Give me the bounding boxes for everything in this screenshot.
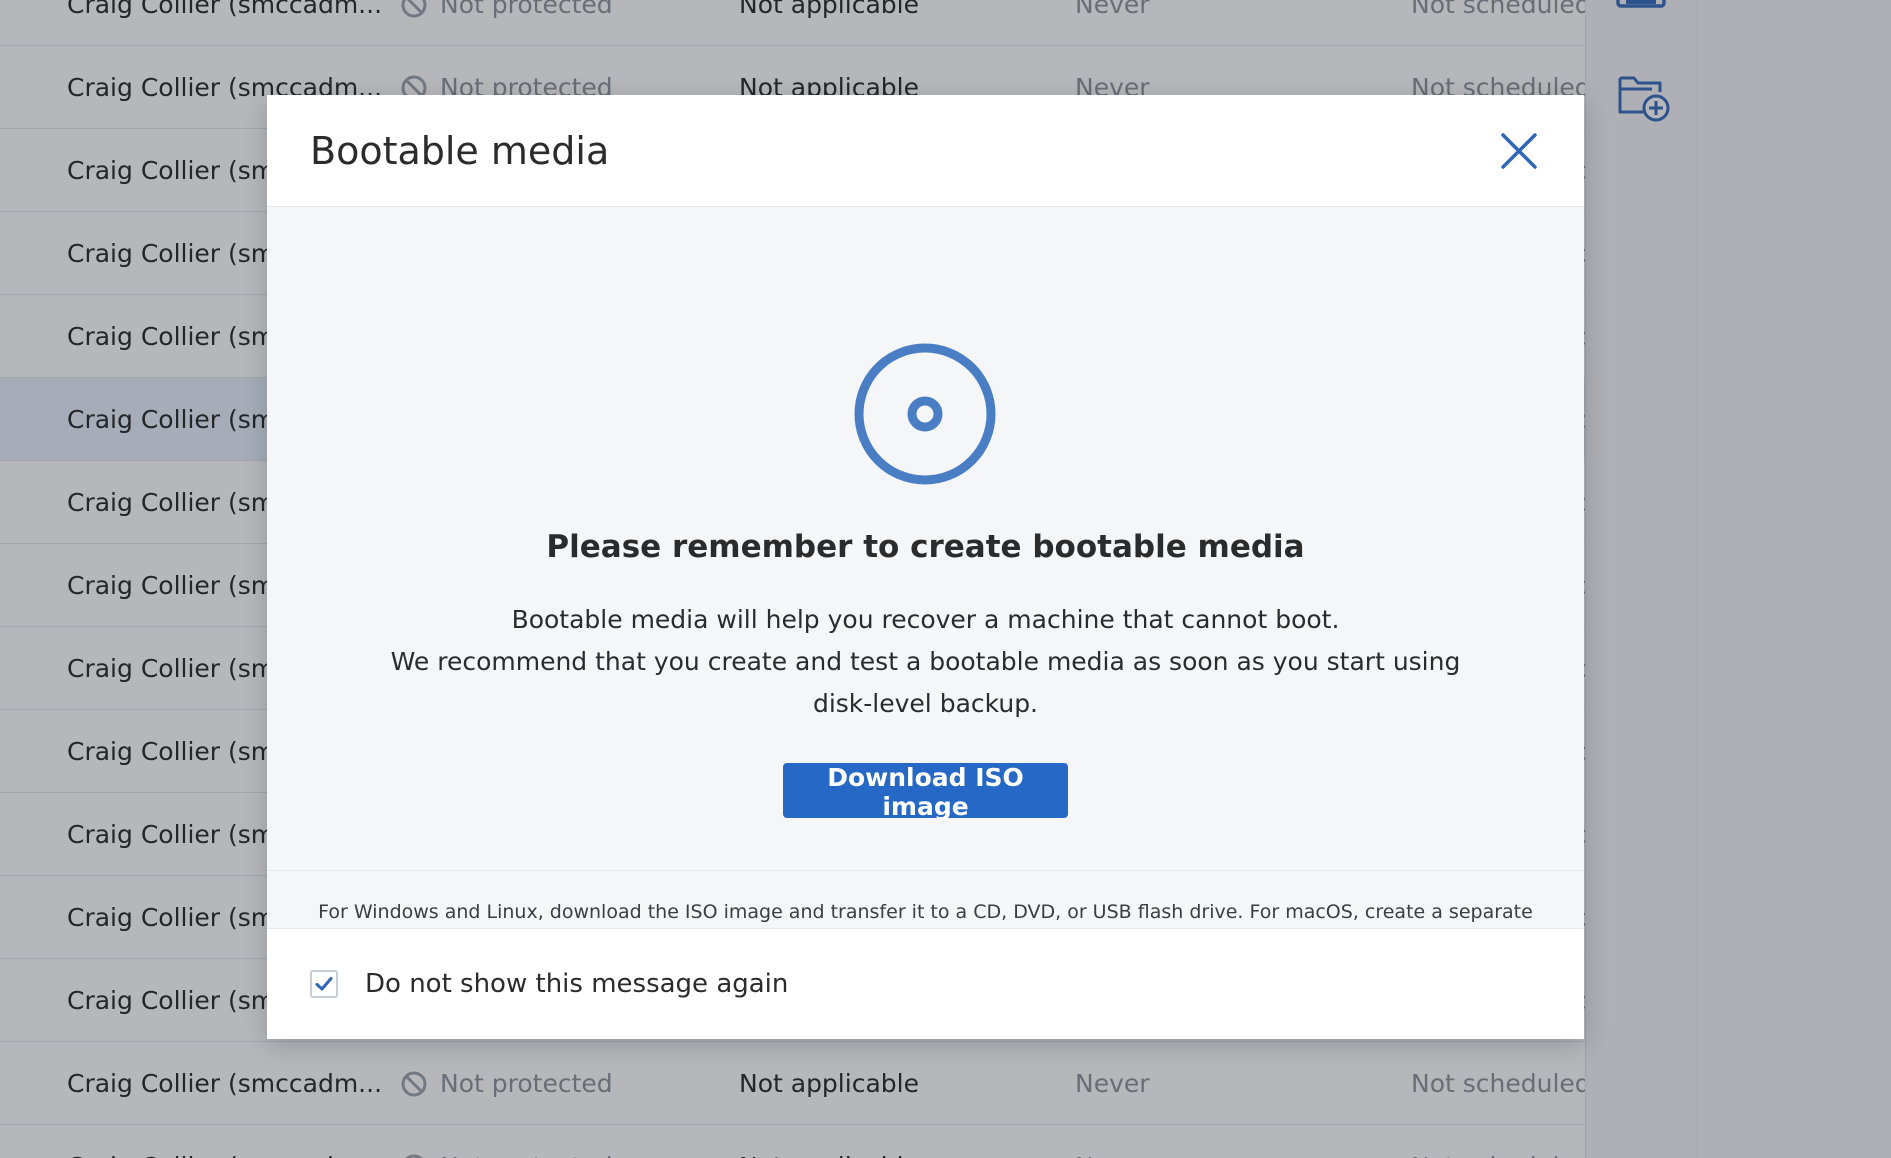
body-line-1: Bootable media will help you recover a m… (511, 605, 1340, 634)
body-heading: Please remember to create bootable media (546, 529, 1305, 565)
do-not-show-label: Do not show this message again (365, 969, 789, 999)
disc-icon (854, 343, 996, 485)
dialog-footer: Do not show this message again (267, 928, 1584, 1039)
dialog-body: Please remember to create bootable media… (267, 207, 1584, 870)
close-icon (1501, 133, 1537, 169)
do-not-show-checkbox[interactable] (310, 970, 338, 998)
bootable-media-dialog: Bootable media Please remember to create… (267, 95, 1584, 1039)
body-description: Bootable media will help you recover a m… (367, 599, 1484, 725)
body-line-2: We recommend that you create and test a … (390, 647, 1461, 718)
download-iso-button[interactable]: Download ISO image (783, 763, 1068, 821)
dialog-header: Bootable media (267, 95, 1584, 207)
close-button[interactable] (1497, 129, 1541, 173)
checkmark-icon (315, 977, 333, 991)
dialog-title: Bootable media (310, 129, 610, 173)
